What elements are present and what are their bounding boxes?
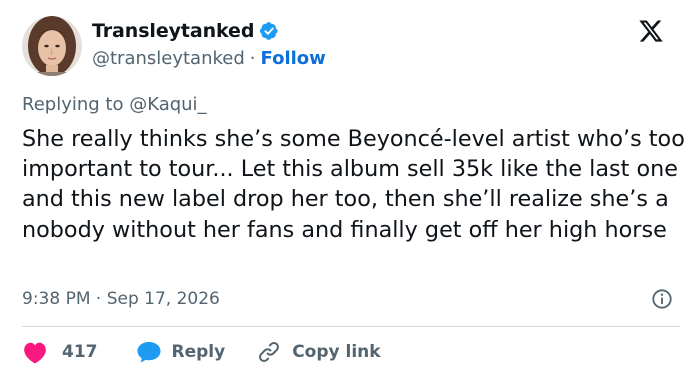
copy-link-label: Copy link	[292, 342, 381, 362]
like-button[interactable]: 417	[22, 340, 98, 364]
info-icon[interactable]	[651, 288, 673, 310]
action-bar: 417 Reply Copy link	[22, 338, 381, 366]
reply-button[interactable]: Reply	[136, 340, 226, 364]
link-icon	[259, 342, 280, 362]
user-handle[interactable]: @transleytanked	[92, 48, 245, 69]
replying-to: Replying to @Kaqui_	[22, 94, 207, 115]
like-count: 417	[62, 342, 98, 362]
handle-row: @transleytanked · Follow	[92, 48, 326, 69]
x-logo-icon[interactable]	[638, 18, 664, 44]
replying-to-handle[interactable]: @Kaqui_	[129, 94, 206, 115]
divider	[22, 326, 680, 327]
separator-dot: ·	[249, 48, 256, 69]
avatar-image	[22, 16, 82, 76]
tweet-text: She really thinks she’s some Beyoncé-lev…	[22, 126, 685, 243]
avatar[interactable]	[22, 16, 82, 76]
author-name-row: Transleytanked	[92, 20, 279, 42]
display-name[interactable]: Transleytanked	[92, 20, 254, 42]
copy-link-button[interactable]: Copy link	[257, 340, 381, 364]
tweet-timestamp[interactable]: 9:38 PM · Sep 17, 2026	[22, 289, 220, 309]
follow-button[interactable]: Follow	[261, 48, 326, 69]
heart-icon	[24, 342, 46, 364]
verified-badge-icon	[260, 22, 278, 40]
speech-bubble-icon	[137, 342, 160, 363]
reply-label: Reply	[171, 342, 226, 362]
replying-to-prefix: Replying to	[22, 94, 130, 115]
